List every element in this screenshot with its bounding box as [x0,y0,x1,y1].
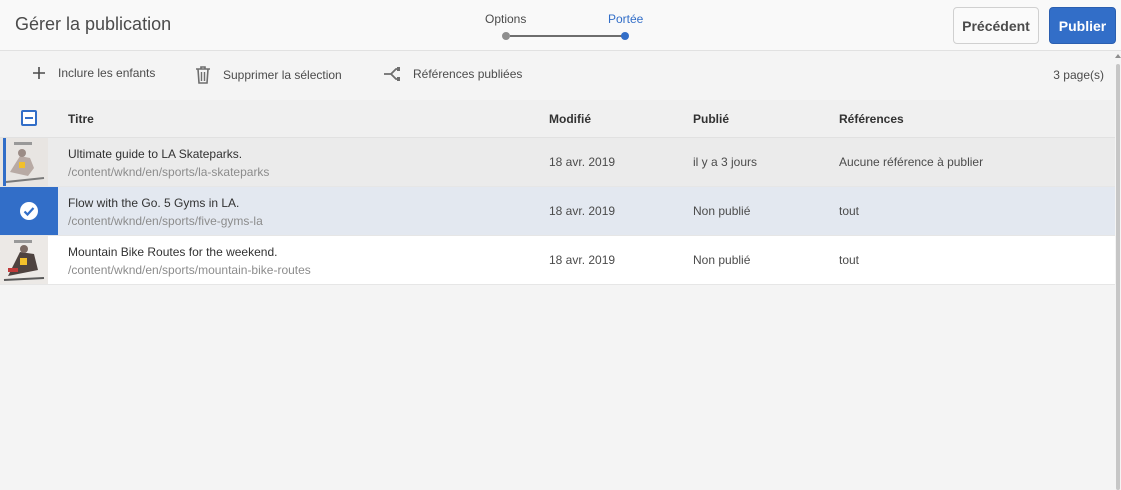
row-title: Flow with the Go. 5 Gyms in LA. [68,196,240,210]
action-toolbar: Inclure les enfants Supprimer la sélecti… [0,51,1115,100]
row-published: Non publié [693,204,751,218]
step-options-label[interactable]: Options [485,12,526,26]
step-options-dot[interactable] [502,32,510,40]
page-count: 3 page(s) [1053,68,1104,82]
scroll-up-arrow-icon[interactable] [1115,51,1121,61]
row-published: Non publié [693,253,751,267]
row-modified: 18 avr. 2019 [549,204,616,218]
row-references: Aucune référence à publier [839,155,984,169]
column-published[interactable]: Publié [693,112,729,126]
include-children-label: Inclure les enfants [58,66,156,80]
select-all-checkbox[interactable] [21,110,37,126]
page-thumbnail [0,236,48,284]
row-path: /content/wknd/en/sports/five-gyms-la [68,214,263,228]
include-children-button[interactable]: Inclure les enfants [32,66,155,80]
row-selected-indicator[interactable] [0,187,58,235]
row-published: il y a 3 jours [693,155,758,169]
table-row[interactable]: Ultimate guide to LA Skateparks. /conten… [0,138,1115,187]
column-title[interactable]: Titre [68,112,94,126]
checkmark-icon [20,202,38,220]
page-title: Gérer la publication [15,14,172,34]
table-header: Titre Modifié Publié Références [0,100,1115,138]
row-title: Mountain Bike Routes for the weekend. [68,245,278,259]
page-thumbnail [0,138,48,186]
published-references-label: Références publiées [413,67,523,81]
column-modified[interactable]: Modifié [549,112,591,126]
step-scope-label[interactable]: Portée [608,12,643,26]
row-modified: 18 avr. 2019 [549,253,616,267]
table-row[interactable]: Mountain Bike Routes for the weekend. /c… [0,236,1115,285]
previous-button[interactable]: Précédent [953,7,1039,44]
row-path: /content/wknd/en/sports/la-skateparks [68,165,270,179]
delete-selection-button[interactable]: Supprimer la sélection [195,66,342,84]
trash-icon [196,66,210,84]
table-row-selected[interactable]: Flow with the Go. 5 Gyms in LA. /content… [0,187,1115,236]
published-references-button[interactable]: Références publiées [383,66,522,82]
step-scope-dot[interactable] [621,32,629,40]
publish-button[interactable]: Publier [1049,7,1116,44]
wizard-steps: Options Portée [478,10,658,44]
column-references[interactable]: Références [839,112,904,126]
row-references: tout [839,204,860,218]
step-connector [510,35,623,37]
row-modified: 18 avr. 2019 [549,155,616,169]
scrollbar-thumb[interactable] [1116,64,1120,490]
row-title: Ultimate guide to LA Skateparks. [68,147,243,161]
vertical-scrollbar[interactable] [1115,51,1121,490]
plus-icon [33,67,45,79]
delete-selection-label: Supprimer la sélection [223,68,342,82]
row-references: tout [839,253,860,267]
header-bar: Gérer la publication Options Portée Préc… [0,0,1121,51]
references-icon [384,67,400,81]
row-path: /content/wknd/en/sports/mountain-bike-ro… [68,263,311,277]
